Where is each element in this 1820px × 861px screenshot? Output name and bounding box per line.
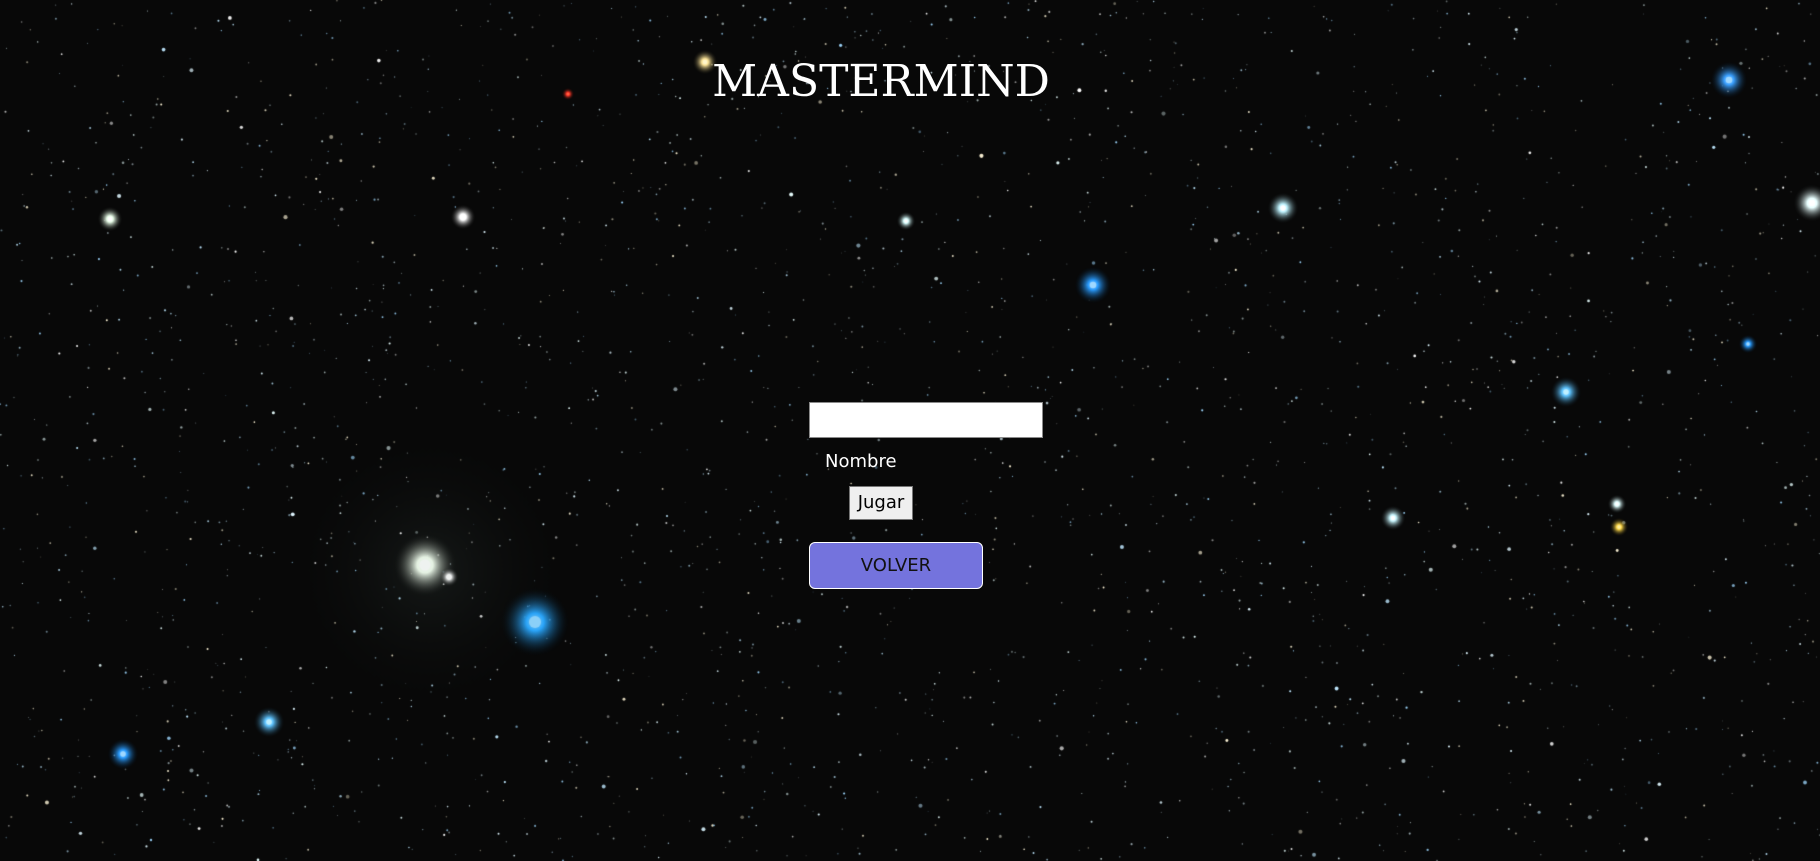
play-button[interactable]: Jugar: [849, 486, 913, 520]
name-input[interactable]: [809, 402, 1043, 438]
page-title: MASTERMIND: [712, 56, 1050, 107]
back-button[interactable]: VOLVER: [809, 542, 983, 589]
name-label: Nombre: [825, 451, 897, 472]
